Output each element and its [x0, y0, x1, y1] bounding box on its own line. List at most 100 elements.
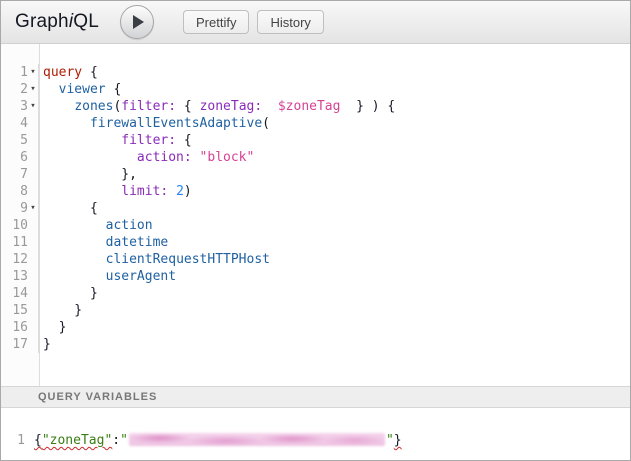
- code-text[interactable]: firewallEventsAdaptive(: [39, 115, 270, 132]
- code-token: filter:: [121, 133, 176, 148]
- line-number: 8: [1, 183, 28, 200]
- code-token: action: [106, 218, 153, 233]
- code-line: 7 },: [1, 166, 630, 183]
- code-text[interactable]: }: [39, 285, 98, 302]
- app-title: GraphiQL: [15, 11, 99, 33]
- code-token: ": [120, 433, 128, 448]
- fold-gutter: [28, 183, 39, 200]
- code-text[interactable]: zones(filter: { zoneTag: $zoneTag } ) {: [39, 98, 395, 115]
- fold-gutter: [28, 268, 39, 285]
- code-line: 16 }: [1, 319, 630, 336]
- code-token: [168, 184, 176, 199]
- line-number: 10: [1, 217, 28, 234]
- redacted-value: [129, 433, 385, 446]
- code-line: 11 datetime: [1, 234, 630, 251]
- fold-arrow-icon[interactable]: ▾: [28, 98, 39, 115]
- code-token: {: [82, 65, 98, 80]
- code-token: limit:: [121, 184, 168, 199]
- code-token: [43, 99, 74, 114]
- code-text[interactable]: limit: 2): [39, 183, 192, 200]
- line-number: 9: [1, 200, 28, 217]
- code-text[interactable]: userAgent: [39, 268, 176, 285]
- code-token: [43, 116, 90, 131]
- code-token: }: [43, 286, 98, 301]
- query-variables-title: QUERY VARIABLES: [38, 391, 157, 403]
- code-token: 2: [176, 184, 184, 199]
- line-number: 14: [1, 285, 28, 302]
- code-token: "zoneTag": [42, 433, 112, 448]
- fold-gutter: [28, 115, 39, 132]
- code-line: 2▾ viewer {: [1, 81, 630, 98]
- code-text[interactable]: filter: {: [39, 132, 192, 149]
- code-text[interactable]: },: [39, 166, 137, 183]
- code-line: 17}: [1, 336, 630, 353]
- code-token: },: [43, 167, 137, 182]
- variables-code-text[interactable]: {"zoneTag":""}: [25, 432, 402, 449]
- variables-line: 1 {"zoneTag":""}: [1, 432, 630, 449]
- play-icon: [133, 15, 144, 29]
- line-number: 5: [1, 132, 28, 149]
- line-number: 2: [1, 81, 28, 98]
- line-number: 11: [1, 234, 28, 251]
- code-token: filter:: [121, 99, 176, 114]
- topbar: GraphiQL Prettify History: [1, 1, 630, 44]
- app-title-part: Graph: [15, 11, 69, 32]
- code-token: datetime: [106, 235, 169, 250]
- code-token: [43, 82, 59, 97]
- code-token: [43, 218, 106, 233]
- prettify-button[interactable]: Prettify: [183, 10, 249, 34]
- fold-gutter: [28, 132, 39, 149]
- fold-gutter: [28, 166, 39, 183]
- app-title-part: QL: [73, 11, 99, 32]
- line-number: 1: [1, 432, 25, 449]
- query-editor[interactable]: 1▾query {2▾ viewer {3▾ zones(filter: { z…: [1, 44, 630, 386]
- code-line: 5 filter: {: [1, 132, 630, 149]
- line-number: 13: [1, 268, 28, 285]
- code-line: 6 action: "block": [1, 149, 630, 166]
- code-token: firewallEventsAdaptive: [90, 116, 262, 131]
- code-line: 8 limit: 2): [1, 183, 630, 200]
- history-button[interactable]: History: [257, 10, 323, 34]
- fold-gutter: [28, 251, 39, 268]
- code-line: 10 action: [1, 217, 630, 234]
- code-token: userAgent: [106, 269, 176, 284]
- execute-button[interactable]: [120, 5, 154, 39]
- code-token: clientRequestHTTPHost: [106, 252, 270, 267]
- variables-editor[interactable]: 1 {"zoneTag":""}: [1, 408, 630, 460]
- code-text[interactable]: action: "block": [39, 149, 254, 166]
- code-text[interactable]: query {: [39, 64, 98, 81]
- code-line: 9▾ {: [1, 200, 630, 217]
- code-token: ": [386, 433, 394, 448]
- code-token: $zoneTag: [278, 99, 341, 114]
- code-token: [192, 150, 200, 165]
- code-text[interactable]: {: [39, 200, 98, 217]
- fold-gutter: [28, 302, 39, 319]
- line-number: 6: [1, 149, 28, 166]
- code-text[interactable]: clientRequestHTTPHost: [39, 251, 270, 268]
- code-text[interactable]: }: [39, 302, 82, 319]
- fold-gutter: [28, 319, 39, 336]
- line-number: 17: [1, 336, 28, 353]
- code-token: (: [262, 116, 270, 131]
- code-token: }: [43, 337, 51, 352]
- code-token: "block": [200, 150, 255, 165]
- fold-arrow-icon[interactable]: ▾: [28, 64, 39, 81]
- code-token: }: [43, 303, 82, 318]
- fold-gutter: [28, 149, 39, 166]
- code-text[interactable]: action: [39, 217, 153, 234]
- code-token: } ) {: [340, 99, 395, 114]
- code-text[interactable]: }: [39, 336, 51, 353]
- code-line: 4 firewallEventsAdaptive(: [1, 115, 630, 132]
- code-token: viewer: [59, 82, 106, 97]
- query-variables-header[interactable]: QUERY VARIABLES: [1, 386, 630, 408]
- code-text[interactable]: }: [39, 319, 66, 336]
- code-token: }: [43, 320, 66, 335]
- code-text[interactable]: viewer {: [39, 81, 121, 98]
- code-token: [43, 150, 137, 165]
- fold-arrow-icon[interactable]: ▾: [28, 200, 39, 217]
- graphiql-window: GraphiQL Prettify History 1▾query {2▾ vi…: [0, 0, 631, 461]
- code-token: [43, 133, 121, 148]
- code-line: 15 }: [1, 302, 630, 319]
- fold-arrow-icon[interactable]: ▾: [28, 81, 39, 98]
- code-text[interactable]: datetime: [39, 234, 168, 251]
